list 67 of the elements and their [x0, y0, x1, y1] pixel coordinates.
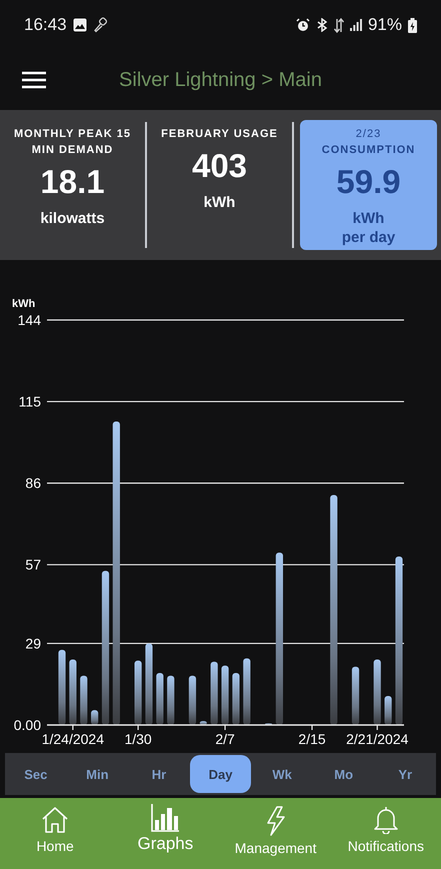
stat-label: FEBRUARY USAGE — [161, 127, 278, 142]
stat-unit: kWh — [352, 209, 384, 228]
x-tick-label: 1/30 — [124, 731, 152, 747]
x-tick-label: 2/7 — [215, 731, 235, 747]
x-tick-label: 1/24/2024 — [42, 731, 104, 747]
stat-label: MONTHLY PEAK 15 MIN DEMAND — [12, 127, 132, 158]
range-tab[interactable]: Min — [66, 755, 128, 793]
y-tick-label: 86 — [25, 475, 41, 492]
y-tick-label: 0.00 — [14, 717, 41, 733]
chart-bar — [374, 659, 381, 725]
y-tick-label: 144 — [18, 312, 41, 328]
stat-card[interactable]: 2/23 CONSUMPTION 59.9 kWh per day — [300, 120, 437, 250]
stat-date: 2/23 — [356, 127, 382, 142]
chart-bar — [80, 676, 88, 725]
bell-icon — [372, 806, 399, 834]
range-tab[interactable]: Yr — [374, 755, 436, 793]
y-tick-label: 29 — [25, 635, 41, 652]
stat-value: 59.9 — [336, 163, 401, 201]
chart-bar — [210, 662, 218, 725]
bar-chart-icon — [150, 804, 180, 832]
home-icon — [40, 806, 70, 834]
chart-bar — [200, 721, 207, 725]
stat-value: 403 — [192, 147, 248, 185]
chart-bar — [221, 666, 229, 725]
stat-unit: kWh — [204, 193, 236, 212]
chart-bar — [91, 710, 98, 725]
chart-bar — [352, 666, 360, 725]
clock-time: 16:43 — [24, 15, 67, 35]
image-icon — [72, 18, 87, 32]
battery-percent: 91% — [368, 15, 402, 35]
range-tab[interactable]: Mo — [312, 755, 374, 793]
range-tab[interactable]: Wk — [251, 755, 313, 793]
range-tab[interactable]: Hr — [128, 755, 190, 793]
chart-bar — [134, 660, 142, 725]
lightning-icon — [264, 806, 287, 836]
stat-value: 18.1 — [40, 163, 105, 201]
y-tick-label: 57 — [25, 556, 41, 573]
signal-icon — [350, 19, 362, 31]
stat-label: CONSUMPTION — [322, 143, 416, 158]
nav-tab[interactable]: Notifications — [330, 798, 441, 869]
flashlight-icon — [92, 17, 109, 33]
battery-charging-icon — [408, 18, 417, 32]
bluetooth-icon — [316, 18, 328, 32]
chart-bar — [188, 676, 196, 725]
nav-tab[interactable]: Graphs — [110, 798, 220, 869]
x-tick-label: 2/21/2024 — [346, 731, 408, 747]
stat-tile[interactable]: MONTHLY PEAK 15 MIN DEMAND 18.1 kilowatts — [4, 122, 141, 248]
stat-unit-note: per day — [342, 228, 396, 247]
y-axis-unit: kWh — [12, 298, 36, 310]
range-tab[interactable]: Day — [190, 755, 252, 793]
nav-tab[interactable]: Home — [0, 798, 110, 869]
y-tick-label: 115 — [18, 394, 41, 410]
chart-bar — [167, 676, 174, 725]
stat-tile[interactable]: FEBRUARY USAGE 403 kWh — [151, 122, 288, 248]
chart-bar — [243, 658, 250, 725]
x-tick-label: 2/15 — [298, 731, 326, 747]
menu-button[interactable] — [22, 71, 46, 89]
screen-title: Silver Lightning > Main — [118, 68, 323, 92]
alarm-icon — [296, 18, 310, 32]
nav-tab[interactable]: Management — [220, 798, 331, 869]
data-transfer-icon — [334, 18, 344, 32]
stat-unit: kilowatts — [40, 209, 105, 228]
chart-bar — [232, 672, 240, 725]
chart-bar — [69, 659, 76, 725]
chart-bar — [156, 672, 164, 725]
chart-bar — [384, 696, 392, 725]
range-tab[interactable]: Sec — [5, 755, 67, 793]
